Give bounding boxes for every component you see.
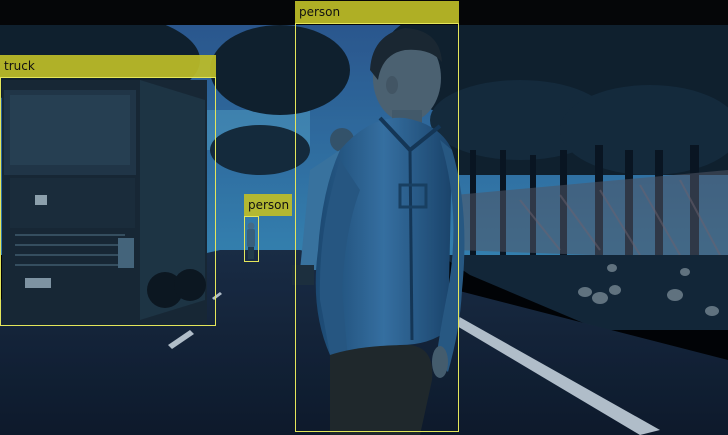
detection-label-truck: truck <box>0 55 216 77</box>
detection-label-person-distant: person <box>244 194 292 216</box>
detection-box-person-distant <box>244 216 259 262</box>
detection-label-person-main: person <box>295 1 459 23</box>
detection-box-truck <box>0 77 216 326</box>
detection-box-person-main <box>295 23 459 432</box>
